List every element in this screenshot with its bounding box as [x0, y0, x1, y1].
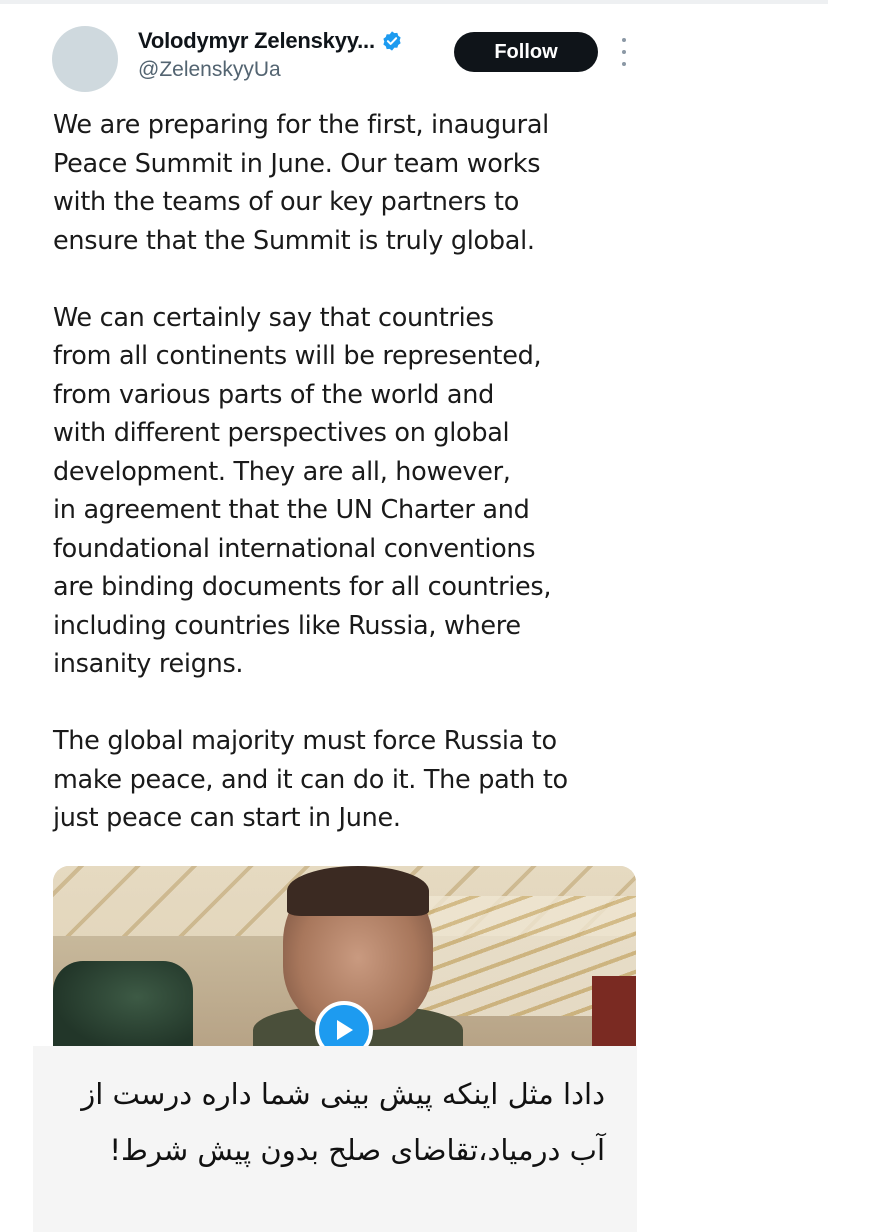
tweet-text: We are preparing for the first, inaugura… [53, 106, 633, 838]
author-name-row: Volodymyr Zelenskyy... [138, 28, 403, 54]
author-display-name[interactable]: Volodymyr Zelenskyy... [138, 28, 375, 54]
green-chair [53, 961, 193, 1046]
follow-button[interactable]: Follow [454, 32, 598, 72]
tweet-paragraph-3: The global majority must force Russia to… [53, 726, 568, 833]
tweet-paragraph-1: We are preparing for the first, inaugura… [53, 110, 549, 256]
top-divider [0, 0, 828, 4]
video-thumbnail[interactable] [53, 866, 636, 1046]
speaker-hair [287, 866, 429, 916]
caption-box: دادا مثل اینکه پیش بینی شما داره درست از… [33, 1046, 637, 1232]
author-avatar[interactable] [52, 26, 118, 92]
verified-badge-icon [381, 30, 403, 52]
author-handle[interactable]: @ZelenskyyUa [138, 58, 403, 82]
persian-caption: دادا مثل اینکه پیش بینی شما داره درست از… [81, 1077, 605, 1167]
red-window-frame [592, 976, 636, 1046]
tweet-paragraph-2: We can certainly say that countries from… [53, 302, 552, 680]
author-info: Volodymyr Zelenskyy... @ZelenskyyUa [138, 28, 403, 82]
more-dots-icon[interactable] [614, 38, 634, 66]
